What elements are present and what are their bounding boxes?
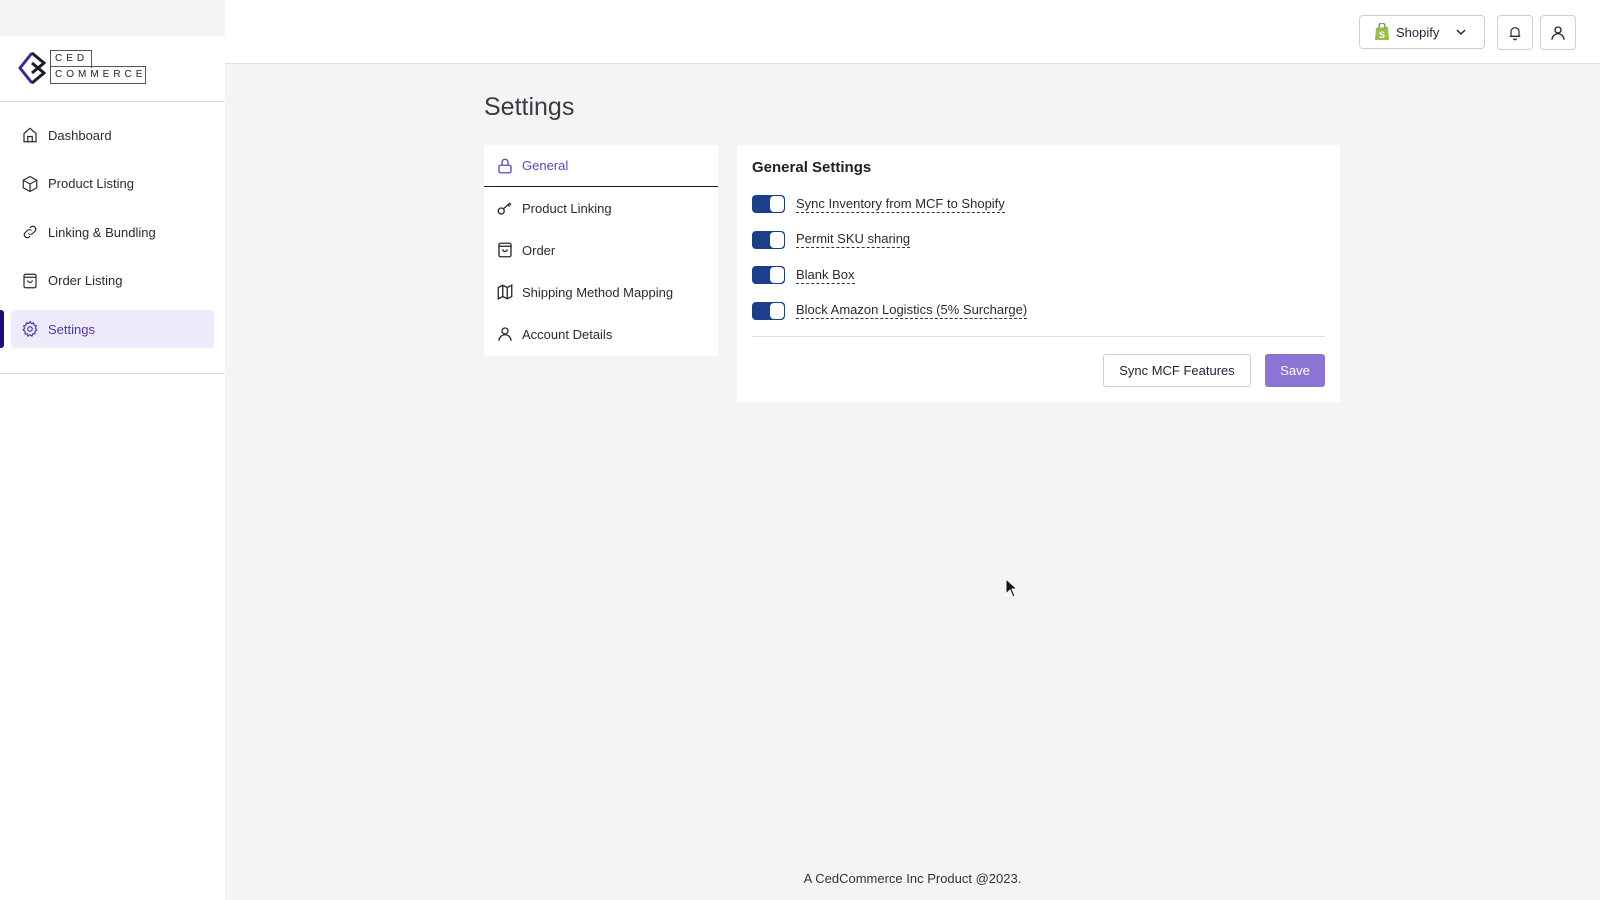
setting-row-block-amazon-logistics: Block Amazon Logistics (5% Surcharge) <box>752 300 1325 322</box>
settings-tab-product-linking[interactable]: Product Linking <box>484 187 718 229</box>
sidebar-item-label: Dashboard <box>48 127 112 143</box>
setting-label: Permit SKU sharing <box>796 231 911 248</box>
settings-tab-account-details[interactable]: Account Details <box>484 313 718 355</box>
save-button[interactable]: Save <box>1265 354 1325 387</box>
logo-line-commerce: COMMERCE <box>50 66 146 84</box>
panel-divider <box>752 336 1325 337</box>
setting-label: Blank Box <box>796 266 855 284</box>
setting-label: Sync Inventory from MCF to Shopify <box>796 195 1005 213</box>
store-selector-label: Shopify <box>1396 24 1440 40</box>
block-amazon-logistics-toggle[interactable] <box>752 301 785 320</box>
sidebar-divider <box>0 101 225 102</box>
settings-nav: General Product Linking Order Shipping M… <box>484 145 718 356</box>
sidebar-item-label: Linking & Bundling <box>48 224 156 240</box>
top-bar: S Shopify <box>225 0 1600 64</box>
sidebar-item-label: Settings <box>48 321 95 337</box>
sidebar-item-product-listing[interactable]: Product Listing <box>11 165 214 203</box>
gear-icon <box>22 320 38 338</box>
settings-tab-general[interactable]: General <box>484 145 718 187</box>
sidebar-top-strip <box>0 0 225 36</box>
sidebar-item-order-listing[interactable]: Order Listing <box>11 262 214 300</box>
store-selector-dropdown[interactable]: S Shopify <box>1359 15 1485 49</box>
chevron-down-icon <box>1456 29 1466 36</box>
sidebar-item-label: Order Listing <box>48 273 123 288</box>
sidebar-item-settings[interactable]: Settings <box>0 310 214 348</box>
footer-text: A CedCommerce Inc Product @2023. <box>803 871 1022 886</box>
settings-tab-label: Account Details <box>522 326 613 342</box>
permit-sku-sharing-toggle[interactable] <box>752 230 785 249</box>
sidebar-item-linking-bundling[interactable]: Linking & Bundling <box>11 213 214 251</box>
svg-text:S: S <box>1379 30 1385 40</box>
home-icon <box>23 127 37 143</box>
setting-row-sync-inventory: Sync Inventory from MCF to Shopify <box>752 193 1325 215</box>
brand-logo[interactable]: CED COMMERCE <box>18 50 176 86</box>
page-title: Settings <box>484 93 575 121</box>
notifications-button[interactable] <box>1497 15 1533 50</box>
bell-icon <box>1509 26 1521 40</box>
sidebar-item-dashboard[interactable]: Dashboard <box>11 116 214 154</box>
general-settings-panel: General Settings Sync Inventory from MCF… <box>737 145 1340 402</box>
cedcommerce-logo-icon <box>18 51 46 85</box>
box-icon <box>22 175 38 192</box>
sync-mcf-features-button[interactable]: Sync MCF Features <box>1103 354 1251 387</box>
logo-wordmark: CED COMMERCE <box>50 50 176 86</box>
key-icon <box>497 202 512 215</box>
sidebar-divider <box>0 373 225 374</box>
panel-title: General Settings <box>752 159 872 176</box>
blank-box-toggle[interactable] <box>752 266 785 284</box>
shopping-bag-icon <box>23 273 37 288</box>
user-icon <box>498 327 512 341</box>
profile-button[interactable] <box>1540 15 1576 50</box>
settings-tab-shipping-method-mapping[interactable]: Shipping Method Mapping <box>484 271 718 313</box>
setting-label: Block Amazon Logistics (5% Surcharge) <box>796 302 1028 319</box>
user-icon <box>1551 25 1565 40</box>
link-icon <box>23 225 37 239</box>
shopping-bag-icon <box>498 242 512 258</box>
settings-tab-label: General <box>522 158 569 173</box>
shopify-bag-icon: S <box>1375 23 1389 40</box>
sidebar-item-label: Product Listing <box>48 176 134 191</box>
map-icon <box>497 284 513 300</box>
sync-inventory-toggle[interactable] <box>752 195 785 213</box>
sidebar-nav: Dashboard Product Listing Linking & Bund… <box>0 116 225 359</box>
lock-icon <box>498 158 512 173</box>
setting-row-permit-sku-sharing: Permit SKU sharing <box>752 229 1325 251</box>
mouse-cursor-icon <box>1005 578 1019 598</box>
settings-tab-order[interactable]: Order <box>484 229 718 271</box>
settings-tab-label: Product Linking <box>522 200 612 216</box>
sidebar: CED COMMERCE Dashboard Product Listing L… <box>0 0 225 900</box>
setting-row-blank-box: Blank Box <box>752 264 1325 286</box>
settings-tab-label: Order <box>522 242 556 258</box>
settings-tab-label: Shipping Method Mapping <box>522 284 674 300</box>
